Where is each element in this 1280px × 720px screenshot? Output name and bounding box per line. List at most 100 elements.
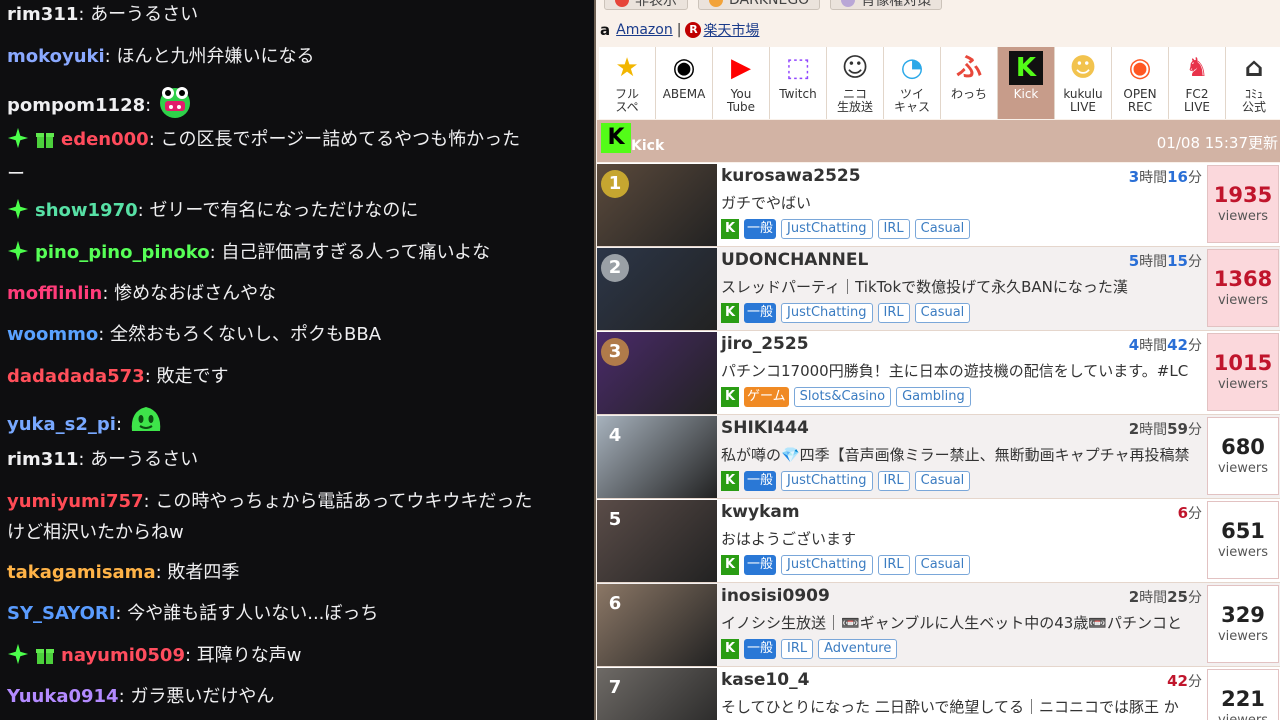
toolbar-button-2[interactable]: DARKNEGO — [698, 0, 821, 10]
chat-username[interactable]: nayumi0509 — [61, 645, 185, 666]
service-tab-kukulu[interactable]: ☻ kukulu LIVE — [1055, 47, 1112, 119]
streamer-name[interactable]: UDONCHANNEL — [721, 250, 868, 270]
tag-slotscasino[interactable]: Slots&Casino — [793, 387, 892, 407]
tag-casual[interactable]: Casual — [914, 219, 971, 239]
tag-irl[interactable]: IRL — [877, 555, 910, 575]
viewer-count-box: 1015 viewers — [1207, 333, 1279, 411]
niconico-icon: ☺ — [841, 52, 869, 83]
stream-tags: K 一般 JustChatting IRL Casual — [721, 219, 971, 239]
slime-emote-icon — [128, 403, 164, 447]
chat-username[interactable]: yuka_s2_pi — [7, 414, 116, 435]
tag-irl[interactable]: IRL — [877, 471, 910, 491]
stream-thumbnail[interactable]: 4 — [597, 416, 717, 498]
service-tab-label: ｺﾐｭ 公式 — [1241, 87, 1266, 114]
category-badge: ゲーム — [744, 387, 789, 407]
streamer-name[interactable]: SHIKI444 — [721, 418, 809, 438]
tag-adventure[interactable]: Adventure — [818, 639, 898, 659]
tag-casual[interactable]: Casual — [914, 303, 971, 323]
tag-justchatting[interactable]: JustChatting — [781, 303, 873, 323]
fc2-icon: ♞ — [1185, 52, 1209, 83]
chat-username[interactable]: mofflinlin — [7, 283, 102, 304]
chat-message: pompom1128: — [7, 83, 587, 129]
stream-thumbnail[interactable]: 6 — [597, 584, 717, 666]
chat-username[interactable]: takagamisama — [7, 562, 156, 583]
stream-title: スレッドパーティ｜TikTokで数億投げて永久BANになった漢 — [721, 278, 1128, 296]
service-tab-openrec[interactable]: ◉ OPEN REC — [1112, 47, 1169, 119]
toolbar-button-1[interactable]: 非表示 — [604, 0, 688, 10]
service-tab-tv[interactable]: ⌂ ｺﾐｭ 公式 — [1226, 47, 1280, 119]
chat-username[interactable]: Yuuka0914 — [7, 686, 119, 707]
chat-username[interactable]: show1970 — [35, 200, 138, 221]
viewer-count-box: 221 viewers — [1207, 669, 1279, 720]
tag-justchatting[interactable]: JustChatting — [781, 471, 873, 491]
chat-username[interactable]: SY_SAYORI — [7, 603, 115, 624]
tag-irl[interactable]: IRL — [877, 303, 910, 323]
stream-thumbnail[interactable]: 1 — [597, 164, 717, 246]
stream-thumbnail[interactable]: 7 — [597, 668, 717, 720]
streamer-name[interactable]: inosisi0909 — [721, 586, 830, 606]
tag-irl[interactable]: IRL — [877, 219, 910, 239]
service-tab-label: ニコ 生放送 — [836, 87, 873, 114]
stream-row[interactable]: 6 inosisi0909 2時間25分 イノシシ生放送｜📼ギャンブルに人生ベット中の… — [597, 583, 1280, 667]
stream-row[interactable]: 5 kwykam 6分 おはようございます K 一般 JustChatting IRL Casu… — [597, 499, 1280, 583]
service-tab-fc2[interactable]: ♞ FC2 LIVE — [1169, 47, 1226, 119]
stream-row[interactable]: 4 SHIKI444 2時間59分 私が噂の💎四季【音声画像ミラー禁止、無断動画キャプ… — [597, 415, 1280, 499]
service-tab-wacchi[interactable]: ふわっち — [941, 47, 998, 119]
chat-username[interactable]: yumiyumi757 — [7, 491, 144, 512]
service-tab-star[interactable]: ★ フル スペ — [599, 47, 656, 119]
stream-tags: K 一般 IRL Adventure — [721, 639, 898, 659]
service-tab-abema[interactable]: ◉ ABEMA — [656, 47, 713, 119]
service-tab-youtube[interactable]: ▶ You Tube — [713, 47, 770, 119]
stream-title: パチンコ17000円勝負！主に日本の遊技機の配信をしています。#LC — [721, 362, 1189, 380]
wacchi-icon: ふ — [955, 52, 982, 83]
streamer-name[interactable]: kurosawa2525 — [721, 166, 861, 186]
kick-small-icon: K — [721, 387, 739, 407]
chat-username[interactable]: mokoyuki — [7, 46, 105, 67]
streamer-name[interactable]: kase10_4 — [721, 670, 809, 690]
service-tab-niconico[interactable]: ☺ ニコ 生放送 — [827, 47, 884, 119]
chat-message-text: 敗者四季 — [167, 562, 240, 583]
stream-duration: 5時間15分 — [1129, 251, 1202, 271]
chat-message: nayumi0509: 耳障りな声w — [7, 641, 587, 675]
tag-irl[interactable]: IRL — [781, 639, 814, 659]
stream-duration: 2時間59分 — [1129, 419, 1202, 439]
tag-justchatting[interactable]: JustChatting — [781, 555, 873, 575]
service-tab-kick[interactable]: K Kick — [998, 47, 1055, 119]
chat-username[interactable]: pompom1128 — [7, 95, 145, 116]
tag-justchatting[interactable]: JustChatting — [781, 219, 873, 239]
top-toolbar: 非表示 DARKNEGO 肖像権対策 — [604, 0, 943, 10]
stream-row[interactable]: 3 jiro_2525 4時間42分 パチンコ17000円勝負！主に日本の遊技機の配信… — [597, 331, 1280, 415]
chat-username[interactable]: rim311 — [7, 4, 78, 25]
stream-thumbnail[interactable]: 5 — [597, 500, 717, 582]
category-badge: 一般 — [744, 303, 777, 323]
tag-casual[interactable]: Casual — [914, 471, 971, 491]
tag-gambling[interactable]: Gambling — [896, 387, 971, 407]
tag-casual[interactable]: Casual — [914, 555, 971, 575]
streamer-name[interactable]: kwykam — [721, 502, 800, 522]
amazon-icon: a — [600, 21, 611, 39]
stream-row[interactable]: 1 kurosawa2525 3時間16分 ガチでやばい K 一般 JustChatting… — [597, 163, 1280, 247]
rakuten-link[interactable]: 楽天市場 — [703, 20, 759, 40]
amazon-link[interactable]: Amazon — [616, 22, 673, 38]
youtube-icon: ▶ — [731, 52, 751, 83]
chat-username[interactable]: dadadada573 — [7, 366, 145, 387]
stream-thumbnail[interactable]: 2 — [597, 248, 717, 330]
chat-username[interactable]: eden000 — [61, 129, 149, 150]
stream-duration: 42分 — [1167, 671, 1202, 691]
minute-unit: 分 — [1188, 590, 1202, 606]
rank-badge: 6 — [608, 593, 622, 614]
twitch-icon: ⬚ — [785, 52, 811, 83]
chat-username[interactable]: rim311 — [7, 449, 78, 470]
stream-row[interactable]: 2 UDONCHANNEL 5時間15分 スレッドパーティ｜TikTokで数億投げて永… — [597, 247, 1280, 331]
chat-username[interactable]: pino_pino_pinoko — [35, 242, 210, 263]
duration-minutes: 42 — [1167, 336, 1188, 354]
category-badge: 一般 — [744, 555, 777, 575]
service-tab-twitcasting[interactable]: ◔ ツイ キャス — [884, 47, 941, 119]
tv-icon: ⌂ — [1244, 52, 1264, 83]
service-tab-twitch[interactable]: ⬚ Twitch — [770, 47, 827, 119]
stream-thumbnail[interactable]: 3 — [597, 332, 717, 414]
stream-row[interactable]: 7 kase10_4 42分 そしてひとりになった 二日酔いで絶望してる｜ニコニコでは… — [597, 667, 1280, 720]
toolbar-button-3[interactable]: 肖像権対策 — [830, 0, 943, 10]
chat-username[interactable]: woommo — [7, 324, 98, 345]
streamer-name[interactable]: jiro_2525 — [721, 334, 809, 354]
